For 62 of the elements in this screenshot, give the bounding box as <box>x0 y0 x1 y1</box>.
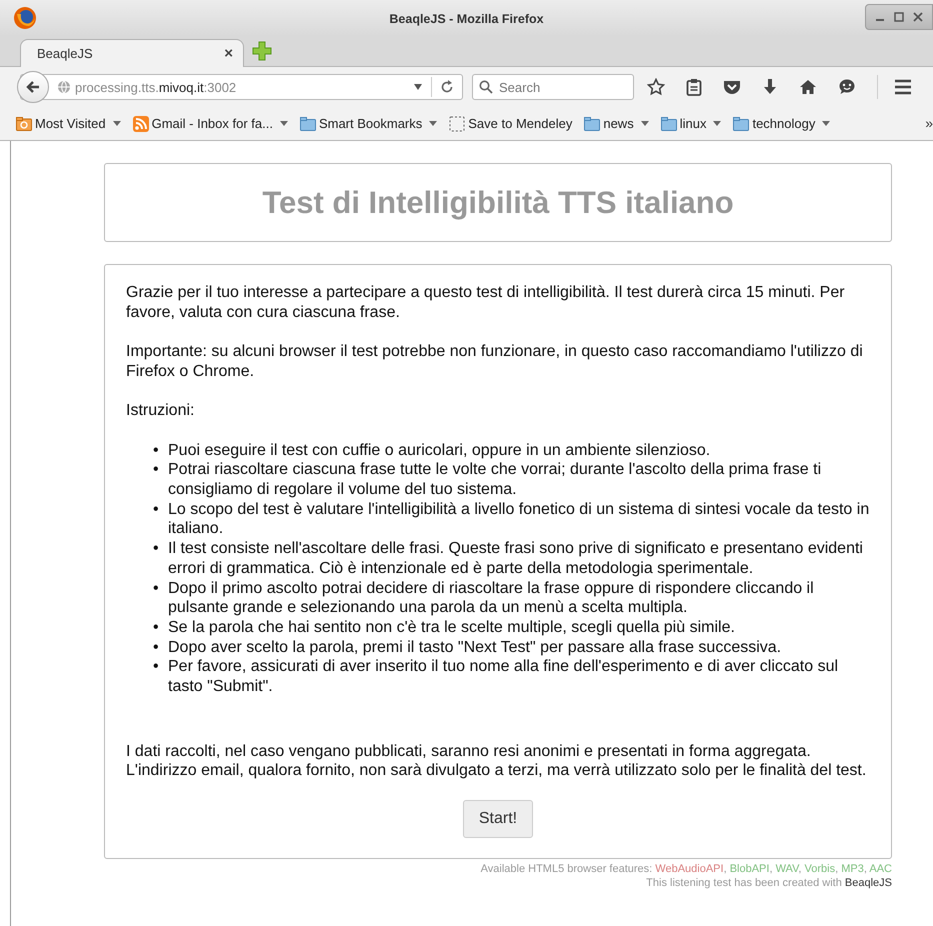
page-title: Test di Intelligibilità TTS italiano <box>262 184 734 220</box>
instruction-item: Dopo il primo ascolto potrai decidere di riascoltare la frase oppure di rispondere cliccando il pulsante grande e selezionando una parola da un menù a scelta multipla. <box>168 578 815 618</box>
instruction-item: Puoi eseguire il test con cuffie o auricolari, oppure in un ambiente silenzioso. <box>168 440 710 460</box>
folder-icon <box>16 116 32 130</box>
tab-close-button[interactable]: × <box>224 45 233 62</box>
credit-link[interactable]: BeaqleJS <box>844 877 892 890</box>
browser-tab[interactable]: BeaqleJS × <box>20 39 244 67</box>
home-icon[interactable] <box>799 79 817 95</box>
bullet: • <box>153 500 160 520</box>
dropdown-arrow-icon[interactable] <box>413 83 423 91</box>
instruction-item: Dopo aver scelto la parola, premi il tasto "Next Test" per passare alla frase successiva. <box>168 638 782 658</box>
bookmark-link[interactable]: Gmail - Inbox for fa... <box>152 116 273 131</box>
bookmark-link[interactable]: news <box>603 116 634 131</box>
url-text: processing.tts.mivoq.it:3002 <box>75 80 238 94</box>
bullet: • <box>153 618 160 638</box>
bookmark-link[interactable]: Smart Bookmarks <box>318 116 422 131</box>
window-title: BeaqleJS - Mozilla Firefox <box>389 11 544 26</box>
paragraph: I dati raccolti, nel caso vengano pubblicati, saranno resi anonimi e presentati in forma aggregata. L'indirizzo email, qualora fornito, non sarà divulgato a terzi, ma verrà utilizzato solo per le finalità del test. <box>126 742 868 782</box>
instruction-item: Potrai riascoltare ciascuna frase tutte le volte che vorrai; durante l'ascolto della prima frase ti consigliamo di regolare il volume del tuo sistema. <box>168 460 822 500</box>
bullet: • <box>153 638 160 658</box>
download-icon[interactable] <box>762 78 778 96</box>
folder-icon <box>584 116 600 130</box>
bookmark-link[interactable]: linux <box>680 116 706 131</box>
bullet: • <box>153 657 160 678</box>
back-arrow-icon <box>25 79 41 95</box>
folder-icon <box>300 116 316 130</box>
close-icon[interactable] <box>913 12 924 22</box>
bookmark-link[interactable]: Save to Mendeley <box>468 116 572 131</box>
folder-icon <box>733 116 750 130</box>
bullet: • <box>153 539 160 560</box>
bullet: • <box>153 578 160 598</box>
firefox-logo-icon <box>13 6 37 30</box>
bookmarks-overflow-button[interactable]: » <box>925 115 933 131</box>
star-icon[interactable] <box>647 78 665 96</box>
features-line: Available HTML5 browser features: WebAudioAPI, BlobAPI, WAV, Vorbis, MP3, AAC <box>480 862 892 876</box>
clipboard-icon[interactable] <box>686 78 702 96</box>
dashed-page-icon <box>449 116 466 132</box>
search-icon <box>479 80 493 94</box>
menu-icon[interactable] <box>894 79 912 95</box>
instruction-item: Se la parola che hai sentito non c'è tra le scelte multiple, scegli quella più simile. <box>168 618 735 638</box>
bookmark-link[interactable]: Most Visited <box>35 116 106 131</box>
pocket-icon[interactable] <box>723 79 741 95</box>
reload-icon[interactable] <box>440 80 454 94</box>
search-field[interactable]: Search <box>472 74 634 100</box>
back-button[interactable] <box>17 71 49 103</box>
chat-bubble-icon[interactable] <box>838 78 856 96</box>
address-field[interactable]: processing.tts.mivoq.it:3002 <box>20 74 463 100</box>
credit-line: This listening test has been created with BeaqleJS <box>645 876 892 890</box>
bullet: • <box>153 460 160 480</box>
paragraph: Importante: su alcuni browser il test potrebbe non funzionare, in questo caso raccomandiamo l'utilizzo di Firefox o Chrome. <box>126 342 864 382</box>
maximize-icon[interactable] <box>894 12 904 22</box>
instruction-item: Per favore, assicurati di aver inserito il tuo nome alla fine dell'esperimento e di aver cliccato sul tasto "Submit". <box>168 657 840 697</box>
paragraph: Grazie per il tuo interesse a partecipare a questo test di intelligibilità. Il test durerà circa 15 minuti. Per favore, valuta con cura ciascuna frase. <box>126 283 846 322</box>
globe-icon <box>57 80 71 94</box>
paragraph: Istruzioni: <box>126 401 196 421</box>
folder-icon <box>660 116 677 130</box>
instruction-item: Il test consiste nell'ascoltare delle frasi. Queste frasi sono prive di significato e presentano evidenti errori di grammatica. Ciò è intenzionale ed è parte della metodologia sperimentale. <box>168 539 864 578</box>
start-button[interactable]: Start! <box>462 800 534 838</box>
rss-feed-icon <box>132 116 149 132</box>
bookmark-link[interactable]: technology <box>752 116 816 131</box>
instruction-item: Lo scopo del test è valutare l'intelligibilità a livello fonetico di un sistema di sintesi vocale da testo in italiano. <box>168 500 870 540</box>
bullet: • <box>153 440 160 460</box>
